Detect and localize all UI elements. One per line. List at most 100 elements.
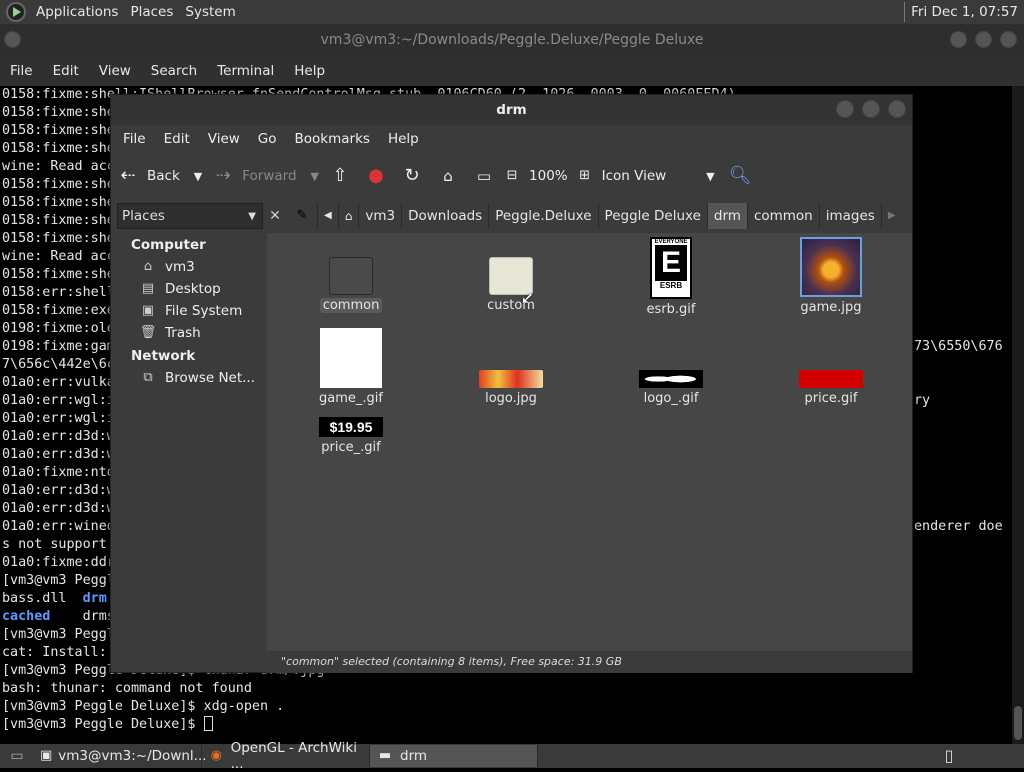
terminal-titlebar[interactable]: vm3@vm3:~/Downloads/Peggle.Deluxe/Peggle… [0,24,1024,56]
fm-menu-view[interactable]: View [200,131,248,147]
menu-applications[interactable]: Applications [30,4,124,20]
search-icon[interactable]: 🔍︎ [729,165,752,187]
sidebar-header-computer: Computer [131,237,206,253]
fm-minimize-button[interactable] [836,100,854,118]
taskbar-item-label: OpenGL - ArchWiki ... [230,740,357,772]
home-icon[interactable]: ⌂ [437,165,459,187]
breadcrumb-peggle-deluxe[interactable]: Peggle.Deluxe [488,203,598,229]
edit-location-icon[interactable]: ✎ [291,205,313,227]
terminal-line-fragment [914,104,1012,122]
breadcrumb-right-arrow-icon[interactable]: ▶ [880,203,902,229]
file-item[interactable]: logo.jpg [456,328,566,406]
terminal-scrollbar[interactable] [1012,86,1024,744]
view-mode-chevron-icon[interactable]: ▼ [706,170,714,183]
clock[interactable]: Fri Dec 1, 07:57 [911,4,1024,20]
file-item[interactable]: $19.95 price_.gif [296,417,406,455]
back-label: Back [147,168,180,184]
workspace-switcher-icon[interactable]: ▯ [938,745,960,767]
taskbar-item[interactable]: ▬ drm [370,745,538,767]
mouse-pointer-icon: ➚ [517,291,537,306]
computer-icon[interactable]: ▭ [473,165,495,187]
fm-menu-edit[interactable]: Edit [156,131,198,147]
forward-history-chevron-icon[interactable]: ▼ [311,170,319,183]
file-name: game_.gif [319,391,383,406]
fm-maximize-button[interactable] [862,100,880,118]
minimize-button[interactable] [950,31,967,48]
breadcrumb-vm3[interactable]: vm3 [358,203,402,229]
sidebar-item-label: Trash [165,325,201,341]
zoom-out-icon[interactable]: ⊟ [501,165,523,187]
sidebar-item-desktop[interactable]: ▤ Desktop [117,278,263,300]
term-menu-search[interactable]: Search [145,63,203,79]
reload-icon[interactable]: ↻ [401,165,423,187]
show-desktop-icon[interactable]: ▭ [6,745,28,767]
maximize-button[interactable] [975,31,992,48]
terminal-line-fragment [914,212,1012,230]
scrollbar-thumb[interactable] [1014,706,1022,740]
taskbar-item[interactable]: ▣ vm3@vm3:~/Downl... [34,745,207,767]
menu-system[interactable]: System [179,4,241,20]
file-item[interactable]: game_.gif [296,328,406,406]
term-menu-file[interactable]: File [4,63,39,79]
sidebar-close-icon[interactable]: ✕ [265,206,285,226]
top-panel: Applications Places System Fri Dec 1, 07… [0,0,1024,24]
forward-button[interactable]: ⇢ Forward ▼ [212,165,319,187]
breadcrumb-home-icon[interactable]: ⌂ [337,203,359,229]
close-button[interactable] [1000,31,1017,48]
fm-menu-go[interactable]: Go [250,131,285,147]
window-menu-button[interactable] [4,31,21,48]
back-history-chevron-icon[interactable]: ▼ [194,170,202,183]
esrb-rating-letter: E [655,245,687,281]
zoom-in-icon[interactable]: ⊞ [574,165,596,187]
term-menu-edit[interactable]: Edit [47,63,85,79]
fm-close-button[interactable] [888,100,906,118]
places-selector[interactable]: Places ▼ [117,203,263,229]
breadcrumb-peggle-deluxe[interactable]: Peggle Deluxe [597,203,707,229]
file-name: price_.gif [321,440,381,455]
terminal-line: [vm3@vm3 Peggle Deluxe]$ xdg-open . [2,699,285,714]
file-item[interactable]: price.gif [776,328,886,406]
sidebar-item-browse-net-[interactable]: ⧉ Browse Net... [117,367,263,389]
fm-menu-help[interactable]: Help [380,131,427,147]
taskbar-item[interactable]: ◉ OpenGL - ArchWiki ... [202,740,370,772]
fm-menu-bookmarks[interactable]: Bookmarks [287,131,378,147]
breadcrumb-images[interactable]: images [818,203,881,229]
sidebar-item-label: Desktop [165,281,221,297]
file-name: game.jpg [800,300,862,315]
file-item[interactable]: common [296,235,406,313]
terminal-line: [vm3@vm3 Peggle Deluxe]$ [2,716,1012,734]
breadcrumb-common[interactable]: common [746,203,819,229]
terminal-output-right: 73\6550\676 ry enderer doe [914,86,1012,686]
sidebar-item-vm3[interactable]: ⌂ vm3 [117,256,263,278]
white-image-thumbnail [320,328,382,388]
distro-logo-icon[interactable] [6,2,26,22]
fm-icon-view[interactable]: common custom EVERYONE E ESRB esrb.gif game.jp… [267,233,912,651]
sidebar-header-network: Network [131,348,196,364]
sidebar-item-label: File System [165,303,243,319]
sidebar-item-trash[interactable]: 🗑︎ Trash [117,322,263,344]
fm-location-bar: Places ▼ ✕ ✎ ◀ ⌂ vm3 Downloads Peggle.Delu… [111,199,912,233]
file-item[interactable]: logo_.gif [616,328,726,406]
stop-icon[interactable]: ● [365,165,387,187]
terminal-cursor [203,716,213,731]
file-item[interactable]: custom [456,235,566,313]
file-item[interactable]: game.jpg [776,235,886,315]
terminal-line-fragment [914,176,1012,194]
sidebar-item-file-system[interactable]: ▣ File System [117,300,263,322]
menu-places[interactable]: Places [124,4,179,20]
back-button[interactable]: ⇠ Back ▼ [117,165,202,187]
terminal-icon: ▣ [40,748,53,763]
term-menu-terminal[interactable]: Terminal [211,63,280,79]
view-mode-select[interactable]: Icon View [602,168,667,184]
up-arrow-icon[interactable]: ⇧ [329,165,351,187]
fm-menu-file[interactable]: File [115,131,154,147]
term-menu-help[interactable]: Help [288,63,331,79]
terminal-line-fragment [914,572,1012,590]
file-item[interactable]: EVERYONE E ESRB esrb.gif [616,235,726,317]
term-menu-view[interactable]: View [93,63,137,79]
file-name: price.gif [804,391,858,406]
breadcrumb-drm[interactable]: drm [706,203,747,229]
fm-titlebar[interactable]: drm [111,95,912,125]
breadcrumb-downloads[interactable]: Downloads [401,203,489,229]
breadcrumb-left-arrow-icon[interactable]: ◀ [317,203,338,229]
